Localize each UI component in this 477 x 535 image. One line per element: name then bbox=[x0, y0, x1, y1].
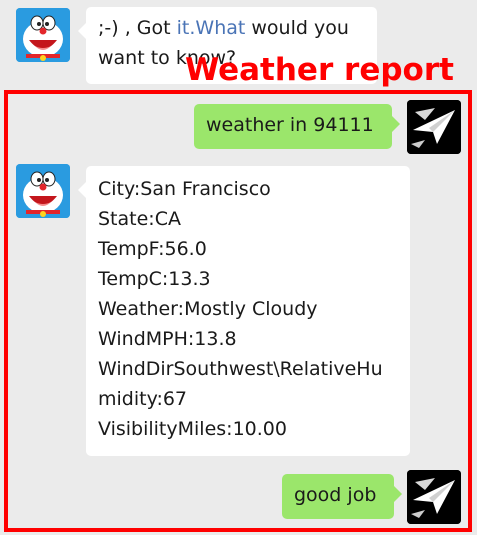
message-text: good job bbox=[294, 484, 377, 506]
weather-field-visibility: VisibilityMiles:10.00 bbox=[98, 418, 287, 440]
message-text-line: ;-) , Got it.What would you bbox=[98, 13, 365, 43]
weather-report-message: City:San Francisco State:CA TempF:56.0 T… bbox=[78, 166, 410, 456]
bot-avatar[interactable] bbox=[16, 164, 70, 218]
paper-plane-icon bbox=[407, 470, 461, 524]
annotation-label: Weather report bbox=[185, 52, 454, 88]
weather-field-state: State:CA bbox=[98, 208, 181, 230]
message-link[interactable]: it.What bbox=[177, 17, 246, 39]
weather-field-humidity: midity:67 bbox=[98, 388, 188, 410]
user-message-1: weather in 94111 bbox=[194, 104, 400, 149]
bot-avatar[interactable] bbox=[16, 8, 70, 62]
weather-field-weather: Weather:Mostly Cloudy bbox=[98, 298, 318, 320]
weather-field-tempf: TempF:56.0 bbox=[98, 238, 207, 260]
message-text: would you bbox=[245, 17, 349, 39]
weather-field-tempc: TempC:13.3 bbox=[98, 268, 211, 290]
user-avatar[interactable] bbox=[407, 100, 461, 154]
doraemon-icon bbox=[16, 164, 70, 218]
user-message-2: good job bbox=[282, 474, 402, 519]
paper-plane-icon bbox=[407, 100, 461, 154]
message-text: ;-) , Got bbox=[98, 17, 177, 39]
doraemon-icon bbox=[16, 8, 70, 62]
user-avatar[interactable] bbox=[407, 470, 461, 524]
weather-field-windmph: WindMPH:13.8 bbox=[98, 328, 237, 350]
weather-field-city: City:San Francisco bbox=[98, 178, 271, 200]
weather-field-winddir: WindDirSouthwest\RelativeHu bbox=[98, 358, 383, 380]
message-text: weather in 94111 bbox=[206, 114, 374, 136]
